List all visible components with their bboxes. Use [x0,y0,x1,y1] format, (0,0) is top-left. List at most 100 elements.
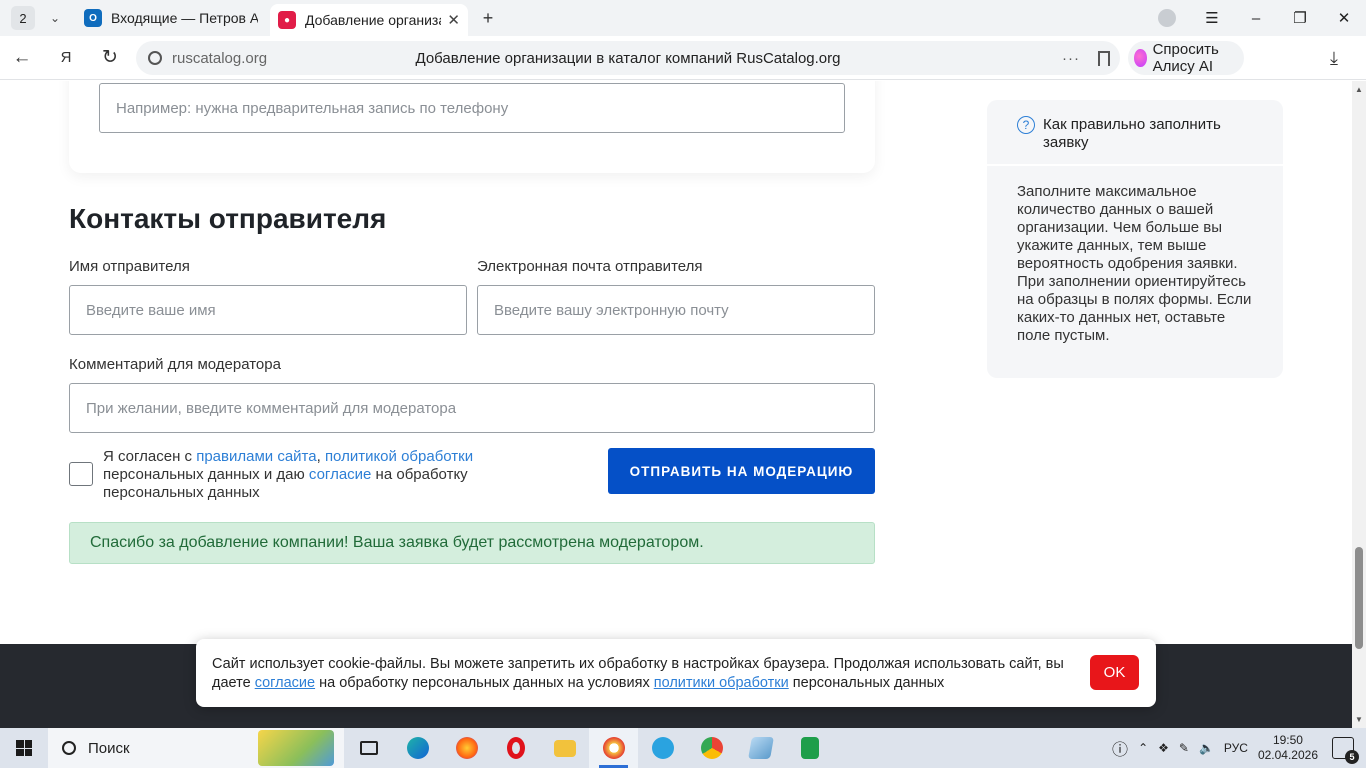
minimize-button[interactable]: – [1234,10,1278,27]
restore-button[interactable]: ❐ [1278,9,1322,27]
site-rules-link[interactable]: правилами сайта [196,448,316,465]
site-info-icon[interactable] [148,51,162,65]
taskbar-telegram[interactable] [638,728,687,768]
help-tray-icon[interactable]: ⓘ [1112,736,1128,760]
taskbar-chrome[interactable] [687,728,736,768]
windows-taskbar: Поиск ⓘ ⌃ ❖ ✎ 🔈 РУС 19:50 02.04.2026 5 [0,728,1366,768]
telegram-icon [651,737,674,759]
submit-moderation-button[interactable]: ОТПРАВИТЬ НА МОДЕРАЦИЮ [608,448,875,494]
address-bar[interactable]: ruscatalog.org Добавление организации в … [136,41,1120,75]
name-placeholder: Введите ваше имя [86,301,216,319]
window-controls: ☰ – ❐ ✕ [1158,0,1366,36]
email-placeholder: Введите вашу электронную почту [494,301,729,319]
tab-count-badge[interactable]: 2 [11,6,35,30]
taskbar-search[interactable]: Поиск [48,728,344,768]
network-icon[interactable]: ❖ [1158,741,1169,755]
taskbar-explorer[interactable] [540,728,589,768]
outlook-icon: O [84,9,102,27]
help-card: ? Как правильно заполнить заявку Заполни… [987,100,1283,378]
consent-text: Я согласен с правилами сайта, политикой … [103,448,523,502]
notes-input[interactable]: Например: нужна предварительная запись п… [99,83,845,133]
ask-alice-button[interactable]: Спросить Алису AI [1128,41,1244,75]
menu-icon[interactable]: ☰ [1190,9,1234,27]
taskbar-spreadsheet[interactable] [785,728,834,768]
task-view-icon [359,741,378,755]
notes-app-icon [747,737,774,759]
help-text: Заполните максимальное количество данных… [1017,183,1252,344]
close-window-button[interactable]: ✕ [1322,9,1366,27]
language-indicator[interactable]: РУС [1224,741,1248,755]
notes-placeholder: Например: нужна предварительная запись п… [116,99,509,117]
cookie-policy-link[interactable]: политики обработки [654,675,789,691]
name-input[interactable]: Введите ваше имя [69,285,467,335]
help-header: ? Как правильно заполнить заявку [987,100,1283,166]
yandex-icon[interactable]: Я [44,49,88,66]
system-tray: ⓘ ⌃ ❖ ✎ 🔈 РУС 19:50 02.04.2026 5 [1112,728,1366,768]
url-domain: ruscatalog.org [172,49,268,67]
success-message: Спасибо за добавление компании! Ваша зая… [69,522,875,564]
cookie-text-part: на обработку персональных данных на усло… [315,675,654,691]
cookie-text-part: персональных данных [788,675,945,691]
taskbar-yandex-browser[interactable] [589,728,638,768]
back-button[interactable]: ← [0,47,44,69]
volume-icon[interactable]: 🔈 [1199,741,1214,755]
cookie-banner: Сайт использует cookie-файлы. Вы можете … [196,639,1156,707]
email-input[interactable]: Введите вашу электронную почту [477,285,875,335]
edge-icon [406,737,429,759]
page-content: Например: нужна предварительная запись п… [0,81,1352,644]
cookie-consent-link[interactable]: согласие [255,675,315,691]
taskbar-search-label: Поиск [88,739,130,757]
tab-title: Добавление организац [305,12,442,28]
browser-toolbar: ← Я ↻ ruscatalog.org Добавление организа… [0,36,1366,80]
consent-checkbox[interactable] [69,462,93,486]
start-button[interactable] [0,728,48,768]
scroll-up-icon[interactable]: ▲ [1355,85,1363,94]
form-card: Например: нужна предварительная запись п… [69,81,875,173]
reload-button[interactable]: ↻ [88,46,132,69]
download-icon[interactable]: ⤓ [1330,48,1338,69]
tab-inbox[interactable]: O Входящие — Петров Анто [76,4,266,32]
firefox-icon [455,737,478,759]
taskbar-edge[interactable] [393,728,442,768]
scrollbar-thumb[interactable] [1355,547,1363,649]
tab-title: Входящие — Петров Анто [111,10,258,26]
ruscatalog-icon: ● [278,11,296,29]
task-view-button[interactable] [344,728,393,768]
windows-icon [16,740,32,756]
close-icon[interactable]: ✕ [447,11,460,29]
opera-icon [506,737,525,759]
page-scrollbar[interactable]: ▲ ▼ [1352,81,1366,728]
comment-input[interactable]: При желании, введите комментарий для мод… [69,383,875,433]
consent-text-part: персональных данных и даю [103,466,309,483]
taskbar-notes[interactable] [736,728,785,768]
clock-time: 19:50 [1272,733,1303,747]
search-highlight-image [258,730,334,766]
email-label: Электронная почта отправителя [477,258,703,275]
tab-ruscatalog[interactable]: ● Добавление организац ✕ [270,4,468,36]
chevron-down-icon[interactable]: ⌄ [44,7,66,29]
chevron-up-icon[interactable]: ⌃ [1138,741,1148,755]
privacy-policy-link[interactable]: политикой обработки [325,448,473,465]
cookie-text: Сайт использует cookie-файлы. Вы можете … [212,655,1082,693]
clock-date: 02.04.2026 [1257,748,1318,762]
question-icon: ? [1017,116,1035,134]
pen-icon[interactable]: ✎ [1179,741,1189,755]
bookmark-icon[interactable] [1098,50,1110,66]
taskbar-firefox[interactable] [442,728,491,768]
taskbar-opera[interactable] [491,728,540,768]
folder-icon [553,739,576,757]
consent-link[interactable]: согласие [309,466,371,483]
profile-icon[interactable] [1158,9,1176,27]
notifications-icon[interactable]: 5 [1332,737,1359,764]
more-icon[interactable]: ··· [1062,50,1080,67]
contacts-title: Контакты отправителя [69,203,387,234]
help-title: Как правильно заполнить заявку [1043,116,1221,151]
search-icon [62,741,76,755]
consent-text-part: Я согласен с [103,448,197,465]
clock[interactable]: 19:50 02.04.2026 [1258,733,1318,763]
scroll-down-icon[interactable]: ▼ [1355,715,1363,724]
cookie-ok-button[interactable]: OK [1090,655,1139,690]
comment-placeholder: При желании, введите комментарий для мод… [86,399,457,417]
consent-text-part: , [316,448,325,465]
new-tab-button[interactable]: + [476,6,500,30]
